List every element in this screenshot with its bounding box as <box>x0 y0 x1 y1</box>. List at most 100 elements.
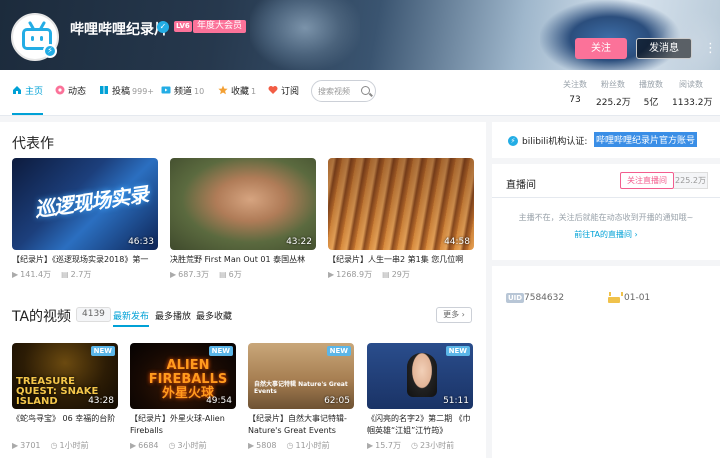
play-count: 1268.9万 <box>336 270 373 279</box>
tab-channels[interactable]: 频道 10 <box>161 70 204 114</box>
tab-dynamic-label: 动态 <box>68 87 87 97</box>
video-thumbnail[interactable]: 巡逻现场实录 46:33 <box>12 158 158 250</box>
tab-uploads[interactable]: 投稿 999+ <box>99 70 154 114</box>
vip-badge: 年度大会员 <box>193 20 247 33</box>
live-room-title: 直播间 <box>506 180 536 191</box>
heart-icon <box>268 86 278 94</box>
stat-reads-label: 阅读数 <box>679 80 703 89</box>
uid-icon: UID <box>506 293 525 303</box>
play-count-icon: ▶ <box>170 270 177 279</box>
banner-art-left <box>250 0 360 70</box>
profile-info-card: UID 7584632 01-01 <box>492 266 720 458</box>
video-title[interactable]: 【纪录片】自然大事记特辑-Nature's Great Events <box>248 413 354 437</box>
danmaku-count: 29万 <box>391 270 410 279</box>
tab-most-favorited[interactable]: 最多收藏 <box>196 309 232 322</box>
thumbnail-title-art: 巡逻现场实录 <box>33 182 150 222</box>
video-card[interactable]: ALIEN FIREBALLS 外星火球 NEW 49:54 【纪录片】外星火球… <box>130 343 236 451</box>
upload-time: 3小时前 <box>177 441 207 450</box>
video-thumbnail[interactable]: ALIEN FIREBALLS 外星火球 NEW 49:54 <box>130 343 236 409</box>
follow-button[interactable]: 关注 <box>575 38 627 59</box>
tab-favorites-count: 1 <box>251 87 257 96</box>
tab-favorites[interactable]: 收藏 1 <box>218 70 256 114</box>
video-title[interactable]: 决胜荒野 First Man Out 01 泰国丛林 <box>170 254 316 266</box>
go-to-live-link[interactable]: 前往TA的直播间 › <box>492 229 720 240</box>
username: 哔哩哔哩纪录片 <box>70 22 168 38</box>
featured-video-card[interactable]: 巡逻现场实录 46:33 【纪录片】《巡逻现场实录2018》第一 ▶ 141.4万… <box>12 158 158 280</box>
clock-icon: ◷ <box>50 441 58 450</box>
dynamic-icon <box>55 85 65 95</box>
verified-icon: ✓ <box>157 21 169 33</box>
more-options-icon[interactable]: ⋮ <box>704 42 717 55</box>
tab-home-label: 主页 <box>25 87 44 97</box>
video-title[interactable]: 【纪录片】《巡逻现场实录2018》第一 <box>12 254 158 266</box>
tab-subscriptions[interactable]: 订阅 <box>268 70 299 114</box>
stat-following-label: 关注数 <box>563 80 587 89</box>
divider <box>492 197 720 198</box>
new-badge: NEW <box>208 346 233 356</box>
featured-video-card[interactable]: 43:22 决胜荒野 First Man Out 01 泰国丛林 ▶ 687.3万… <box>170 158 316 280</box>
org-verification-card: ⚡ bilibili机构认证: 哔哩哔哩纪录片官方账号 <box>492 122 720 158</box>
org-verify-value[interactable]: 哔哩哔哩纪录片官方账号 <box>594 132 698 147</box>
video-search-input[interactable] <box>318 84 362 98</box>
danmaku-icon: ▤ <box>219 270 227 279</box>
video-thumbnail[interactable]: TREASURE QUEST: SNAKE ISLAND NEW 43:28 <box>12 343 118 409</box>
video-meta: ▶ 1268.9万 ▤ 29万 <box>328 269 474 280</box>
tab-channels-count: 10 <box>194 87 205 96</box>
profile-banner: ⚡ 哔哩哔哩纪录片 ✓ LV6 年度大会员 关注 发消息 ⋮ <box>0 0 720 70</box>
play-count: 687.3万 <box>178 270 210 279</box>
featured-video-card[interactable]: 44:58 【纪录片】人生一串2 第1集 您几位啊 ▶ 1268.9万 ▤ 29万 <box>328 158 474 280</box>
play-count: 15.7万 <box>375 441 401 450</box>
danmaku-count: 2.7万 <box>70 270 92 279</box>
upload-time: 23小时前 <box>419 441 455 450</box>
channel-icon <box>161 86 171 94</box>
more-label: 更多 <box>443 310 460 319</box>
video-duration: 44:58 <box>444 237 470 247</box>
tab-channels-label: 频道 <box>174 87 193 97</box>
play-count-icon: ▶ <box>328 270 335 279</box>
chevron-right-icon: › <box>634 230 638 239</box>
video-duration: 49:54 <box>206 396 232 406</box>
more-videos-button[interactable]: 更多 › <box>436 307 472 323</box>
clock-icon: ◷ <box>410 441 418 450</box>
clock-icon: ◷ <box>286 441 294 450</box>
danmaku-icon: ▤ <box>61 270 69 279</box>
tab-uploads-label: 投稿 <box>112 87 131 97</box>
new-badge: NEW <box>445 346 470 356</box>
stat-fans[interactable]: 粉丝数 225.2万 <box>596 79 631 108</box>
video-search-box <box>311 80 376 102</box>
video-thumbnail[interactable]: 43:22 <box>170 158 316 250</box>
featured-title: 代表作 <box>12 136 54 152</box>
tab-latest[interactable]: 最新发布 <box>113 309 150 327</box>
video-title[interactable]: 【纪录片】人生一串2 第1集 您几位啊 <box>328 254 474 266</box>
video-thumbnail[interactable]: 自然大事记特辑 Nature's Great Events NEW 62:05 <box>248 343 354 409</box>
tab-uploads-count: 999+ <box>132 87 154 96</box>
video-thumbnail[interactable]: 44:58 <box>328 158 474 250</box>
message-button[interactable]: 发消息 <box>636 38 692 59</box>
follow-live-button[interactable]: 关注直播间 <box>620 172 674 189</box>
tab-home[interactable]: 主页 <box>12 70 44 115</box>
upload-time: 1小时前 <box>59 441 89 450</box>
tab-subscriptions-label: 订阅 <box>281 87 300 97</box>
video-title[interactable]: 《闪亮的名字2》第二期 《巾帼英雄“江姐”江竹筠》 <box>367 413 473 437</box>
video-thumbnail[interactable]: NEW 51:11 <box>367 343 473 409</box>
search-icon[interactable] <box>361 86 370 95</box>
new-badge: NEW <box>326 346 351 356</box>
live-follower-count: 225.2万 <box>674 172 708 189</box>
play-count-icon: ▶ <box>367 441 374 450</box>
video-card[interactable]: NEW 51:11 《闪亮的名字2》第二期 《巾帼英雄“江姐”江竹筠》 ▶ 15.… <box>367 343 473 451</box>
lightning-verify-icon: ⚡ <box>43 44 57 58</box>
video-card[interactable]: TREASURE QUEST: SNAKE ISLAND NEW 43:28 《… <box>12 343 118 451</box>
video-meta: ▶ 15.7万 ◷ 23小时前 <box>367 440 473 451</box>
main-content: 代表作 巡逻现场实录 46:33 【纪录片】《巡逻现场实录2018》第一 ▶ 14… <box>0 122 486 458</box>
stat-reads: 阅读数 1133.2万 <box>672 79 713 108</box>
stat-following[interactable]: 关注数 73 <box>562 79 588 105</box>
tab-dynamic[interactable]: 动态 <box>55 70 86 114</box>
video-title[interactable]: 《蛇鸟寻宝》 06 幸福的台阶 <box>12 413 118 437</box>
video-title[interactable]: 【纪录片】外星火球-Alien Fireballs <box>130 413 236 437</box>
new-badge: NEW <box>90 346 115 356</box>
play-count-icon: ▶ <box>248 441 255 450</box>
video-duration: 62:05 <box>324 396 350 406</box>
stat-reads-value: 1133.2万 <box>672 98 713 108</box>
tab-most-played[interactable]: 最多播放 <box>155 309 191 322</box>
video-card[interactable]: 自然大事记特辑 Nature's Great Events NEW 62:05 … <box>248 343 354 451</box>
